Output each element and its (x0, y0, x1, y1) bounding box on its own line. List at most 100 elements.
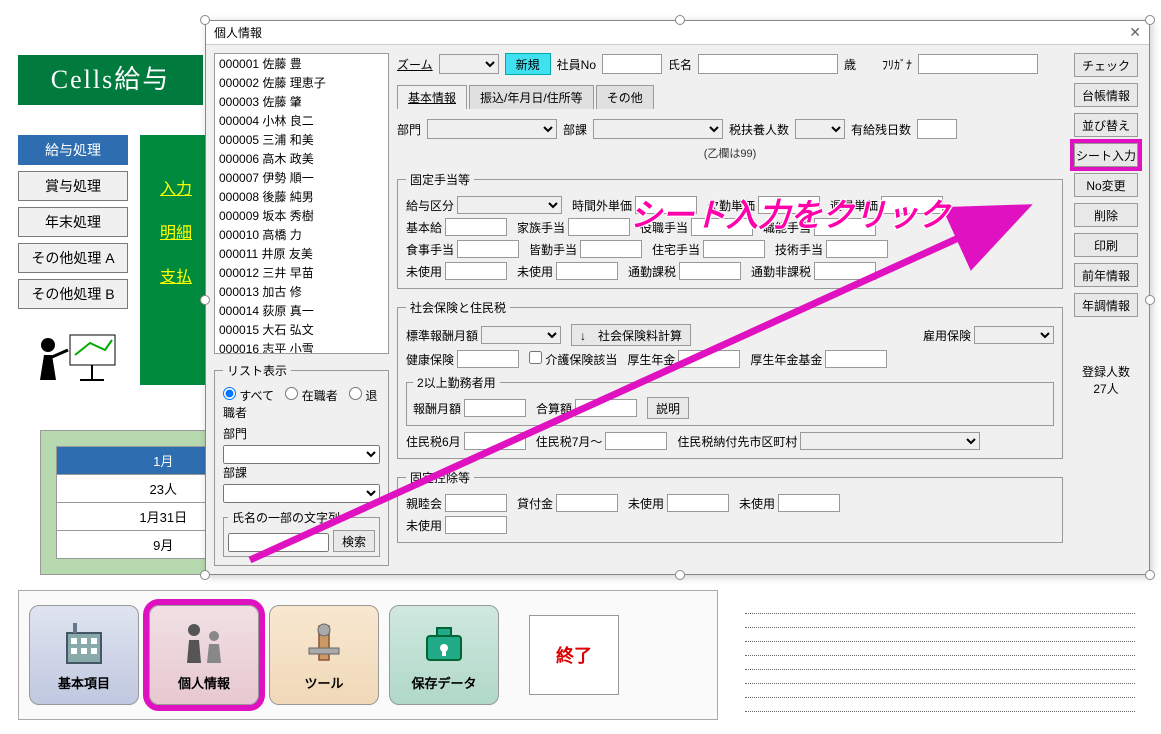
employee-row[interactable]: 000002 佐藤 理恵子 (215, 73, 388, 92)
ded-unused2-input[interactable] (778, 494, 840, 512)
employee-row[interactable]: 000006 高木 政美 (215, 149, 388, 168)
employee-row[interactable]: 000010 高橋 力 (215, 225, 388, 244)
health-input[interactable] (457, 350, 519, 368)
employee-row[interactable]: 000012 三井 早苗 (215, 263, 388, 282)
dependents-select[interactable] (795, 119, 845, 139)
side-btn-台帳情報[interactable]: 台帳情報 (1074, 83, 1138, 107)
position-input[interactable] (691, 218, 753, 236)
side-btn-印刷[interactable]: 印刷 (1074, 233, 1138, 257)
section-select[interactable] (593, 119, 723, 139)
personal-info-button[interactable]: 個人情報 (149, 605, 259, 705)
employee-row[interactable]: 000011 井原 友美 (215, 244, 388, 263)
basic-items-button[interactable]: 基本項目 (29, 605, 139, 705)
side-btn-削除[interactable]: 削除 (1074, 203, 1138, 227)
employee-row[interactable]: 000005 三浦 和美 (215, 130, 388, 149)
resize-handle[interactable] (1145, 570, 1155, 580)
ded-unused1-input[interactable] (667, 494, 729, 512)
total-input[interactable] (575, 399, 637, 417)
rtax7-input[interactable] (605, 432, 667, 450)
nav-賞与処理[interactable]: 賞与処理 (18, 171, 128, 201)
employee-row[interactable]: 000007 伊勢 順一 (215, 168, 388, 187)
name-search-input[interactable] (228, 533, 329, 552)
side-btn-年調情報[interactable]: 年調情報 (1074, 293, 1138, 317)
housing-input[interactable] (703, 240, 765, 258)
resize-handle[interactable] (1145, 295, 1155, 305)
filter-section-select[interactable] (223, 484, 380, 503)
rtax6-input[interactable] (464, 432, 526, 450)
nav-年末処理[interactable]: 年末処理 (18, 207, 128, 237)
filter-dept-select[interactable] (223, 445, 380, 464)
paid-leave-input[interactable] (917, 119, 957, 139)
count-label: 登録人数 (1082, 363, 1130, 380)
tab-0[interactable]: 基本情報 (397, 85, 467, 109)
dept-select[interactable] (427, 119, 557, 139)
welfare-input[interactable] (678, 350, 740, 368)
zoom-select[interactable] (439, 54, 499, 74)
saved-data-button[interactable]: 保存データ (389, 605, 499, 705)
employee-list[interactable]: 000001 佐藤 豊000002 佐藤 理恵子000003 佐藤 肇00000… (214, 53, 389, 354)
emp-no-input[interactable] (602, 54, 662, 74)
commute-notax-input[interactable] (814, 262, 876, 280)
family-input[interactable] (568, 218, 630, 236)
mutual-input[interactable] (445, 494, 507, 512)
name-input[interactable] (698, 54, 838, 74)
tab-1[interactable]: 振込/年月日/住所等 (469, 85, 594, 109)
nav-その他処理 A[interactable]: その他処理 A (18, 243, 128, 273)
monthly-input[interactable] (464, 399, 526, 417)
employee-row[interactable]: 000014 荻原 真一 (215, 301, 388, 320)
side-btn-前年情報[interactable]: 前年情報 (1074, 263, 1138, 287)
resize-handle[interactable] (675, 570, 685, 580)
tools-button[interactable]: ツール (269, 605, 379, 705)
base-input[interactable] (445, 218, 507, 236)
new-button[interactable]: 新規 (505, 53, 551, 75)
resize-handle[interactable] (200, 570, 210, 580)
radio-current[interactable]: 在職者 (285, 389, 337, 403)
commute-tax-input[interactable] (679, 262, 741, 280)
ded-unused3-input[interactable] (445, 516, 507, 534)
welfare-fund-input[interactable] (825, 350, 887, 368)
resize-handle[interactable] (200, 15, 210, 25)
employee-row[interactable]: 000009 坂本 秀樹 (215, 206, 388, 225)
exit-button[interactable]: 終了 (529, 615, 619, 695)
unused1-input[interactable] (445, 262, 507, 280)
attendance-input[interactable] (580, 240, 642, 258)
employee-row[interactable]: 000003 佐藤 肇 (215, 92, 388, 111)
side-btn-チェック[interactable]: チェック (1074, 53, 1138, 77)
employee-row[interactable]: 000001 佐藤 豊 (215, 54, 388, 73)
list-filter-legend: リスト表示 (223, 362, 291, 379)
ot-rate-input[interactable] (635, 196, 697, 214)
employee-row[interactable]: 000016 志平 小雪 (215, 339, 388, 354)
nav-給与処理[interactable]: 給与処理 (18, 135, 128, 165)
resize-handle[interactable] (675, 15, 685, 25)
employee-row[interactable]: 000013 加古 修 (215, 282, 388, 301)
tab-2[interactable]: その他 (596, 85, 654, 109)
loan-input[interactable] (556, 494, 618, 512)
resize-handle[interactable] (200, 295, 210, 305)
std-monthly-select[interactable] (481, 326, 561, 344)
employee-row[interactable]: 000004 小林 良二 (215, 111, 388, 130)
employee-row[interactable]: 000008 後藤 純男 (215, 187, 388, 206)
care-checkbox[interactable]: 介護保険該当 (529, 351, 617, 368)
close-icon[interactable]: ✕ (1129, 24, 1141, 41)
explain-button[interactable]: 説明 (647, 397, 689, 419)
unused2-input[interactable] (556, 262, 618, 280)
employee-row[interactable]: 000015 大石 弘文 (215, 320, 388, 339)
late-rate-input[interactable] (881, 196, 943, 214)
absence-rate-input[interactable] (758, 196, 820, 214)
rtax-dest-select[interactable] (800, 432, 980, 450)
nav-その他処理 B[interactable]: その他処理 B (18, 279, 128, 309)
tech-input[interactable] (826, 240, 888, 258)
side-btn-シート入力[interactable]: シート入力 (1074, 143, 1138, 167)
resize-handle[interactable] (1145, 15, 1155, 25)
meal-input[interactable] (457, 240, 519, 258)
search-button[interactable]: 検索 (333, 530, 375, 552)
deduction-group: 固定控除等 親睦会 貸付金 未使用 未使用 未使用 (397, 469, 1063, 543)
kana-input[interactable] (918, 54, 1038, 74)
side-btn-並び替え[interactable]: 並び替え (1074, 113, 1138, 137)
emp-ins-select[interactable] (974, 326, 1054, 344)
skill-input[interactable] (814, 218, 876, 236)
calc-insurance-button[interactable]: ↓ 社会保険料計算 (571, 324, 691, 346)
salary-type-select[interactable] (457, 196, 562, 214)
radio-all[interactable]: すべて (223, 389, 274, 403)
side-btn-No変更[interactable]: No変更 (1074, 173, 1138, 197)
